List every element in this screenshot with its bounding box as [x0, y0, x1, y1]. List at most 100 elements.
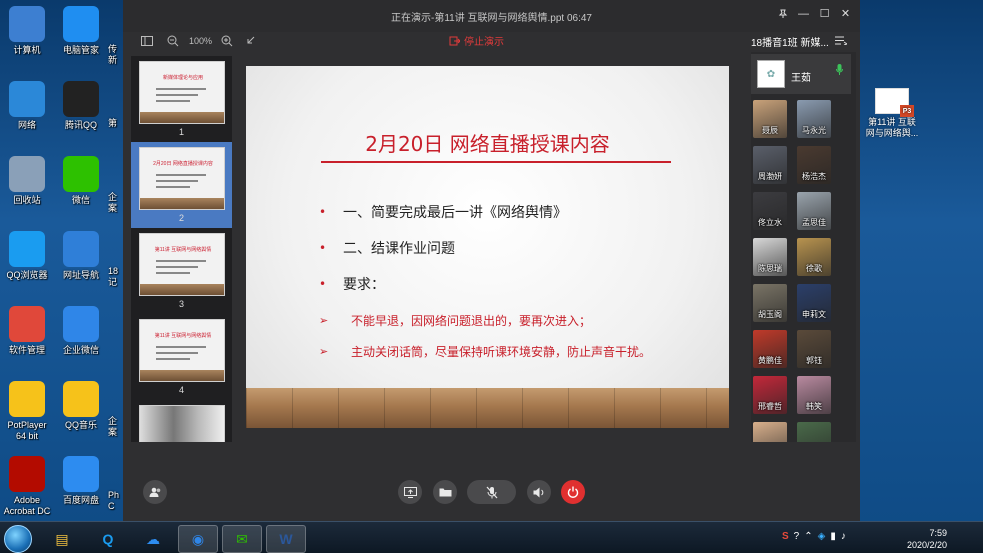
slide-thumbnail[interactable]: 2月20日 网络直播授课内容 2 — [131, 142, 232, 228]
member-tile[interactable]: 杨浩杰 — [797, 146, 831, 184]
baidu-netdisk-task-icon[interactable]: ☁ — [133, 525, 173, 553]
member-tile[interactable]: 邢睿哲 — [753, 376, 787, 414]
acrobat-icon — [9, 456, 45, 492]
member-tile[interactable] — [753, 422, 787, 442]
thumbnail-toggle-icon[interactable] — [141, 33, 153, 49]
potplayer-icon — [9, 381, 45, 417]
zoom-in-icon[interactable] — [221, 33, 233, 49]
thumbnail-title: 第11讲 互联网与网络舆情 — [154, 247, 212, 253]
thumbnail-text-line — [156, 94, 198, 96]
security-shield-icon[interactable]: ◈ — [818, 531, 826, 542]
close-button[interactable]: ✕ — [837, 5, 854, 22]
desktop-shortcut[interactable]: 软件管理 — [0, 306, 55, 356]
stop-presenting-button[interactable]: 停止演示 — [449, 33, 504, 48]
thumbnail-text-line — [156, 272, 190, 274]
member-tile[interactable] — [797, 422, 831, 442]
minimize-button[interactable]: — — [795, 5, 812, 22]
window-titlebar: 正在演示-第11讲 互联网与网络舆情.ppt 06:47 — ☐ ✕ — [123, 0, 860, 32]
desktop-shortcut[interactable]: 计算机 — [0, 6, 55, 56]
member-name: 陈思瑞 — [758, 264, 782, 273]
file-explorer-icon[interactable]: ▤ — [42, 525, 82, 553]
desktop-shortcut-label: 企业微信 — [62, 345, 99, 355]
leave-meeting-button[interactable] — [561, 480, 585, 504]
maximize-button[interactable]: ☐ — [816, 5, 833, 22]
member-tile[interactable]: 胡玉阁 — [753, 284, 787, 322]
taskbar: ▤ Q ☁ ◉ ✉ W S ? ⌃ ◈ ▮ ♪ 7:59 2020/2/20 — [0, 521, 983, 553]
member-tile[interactable]: 聂辰 — [753, 100, 787, 138]
member-tile[interactable]: 郭钰 — [797, 330, 831, 368]
ppt-file-label: 第11讲 互联 网与网络舆... — [865, 117, 919, 138]
desktop-shortcut[interactable]: 电脑管家 — [53, 6, 109, 56]
tencent-meeting-task-icon[interactable]: ◉ — [178, 525, 218, 553]
member-name: 马永光 — [802, 126, 826, 135]
wechat-task-icon[interactable]: ✉ — [222, 525, 262, 553]
share-screen-button[interactable] — [398, 480, 422, 504]
volume-icon[interactable]: ♪ — [841, 531, 846, 542]
desktop-shortcut[interactable]: Adobe Acrobat DC — [0, 456, 55, 517]
member-tile[interactable]: 陈思瑞 — [753, 238, 787, 276]
speaker-icon — [533, 487, 544, 497]
slide-thumbnail[interactable]: 新媒体理论与应用 1 — [131, 56, 232, 142]
sogou-input-icon[interactable]: S — [782, 531, 789, 542]
system-clock[interactable]: 7:59 2020/2/20 — [907, 527, 947, 551]
microphone-toggle-button[interactable] — [467, 480, 516, 504]
slide-title-underline — [321, 161, 671, 163]
network-globe-icon — [9, 81, 45, 117]
desktop-shortcut[interactable]: 百度网盘 — [53, 456, 109, 506]
desktop-shortcut[interactable]: 腾讯QQ — [53, 81, 109, 131]
desktop-ppt-file[interactable]: P3 第11讲 互联 网与网络舆... — [864, 88, 920, 139]
slide-thumbnail[interactable]: 第11讲 互联网与网络舆情 3 — [131, 228, 232, 314]
host-card[interactable]: ✿ 王茹 — [751, 54, 851, 94]
desktop-shortcut[interactable]: 企业微信 — [53, 306, 109, 356]
member-tile[interactable]: 申莉文 — [797, 284, 831, 322]
desktop-shortcut[interactable]: QQ音乐 — [53, 381, 109, 431]
thumbnail-number: 2 — [178, 213, 184, 223]
member-tile[interactable]: 佟立水 — [753, 192, 787, 230]
thumbnail-number: 3 — [178, 299, 184, 309]
desktop-shortcut[interactable]: 微信 — [53, 156, 109, 206]
desktop-shortcut[interactable]: PotPlayer 64 bit — [0, 381, 55, 442]
desktop-shortcut[interactable]: 回收站 — [0, 156, 55, 206]
member-name: 聂辰 — [762, 126, 778, 135]
start-button[interactable] — [4, 525, 32, 553]
desktop-shortcut[interactable]: 网络 — [0, 81, 55, 131]
desktop-shortcut-label: 计算机 — [13, 45, 41, 55]
ie-browser-icon — [63, 231, 99, 267]
list-menu-icon[interactable] — [834, 36, 848, 48]
speaker-button[interactable] — [527, 480, 551, 504]
qq-browser-task-icon[interactable]: Q — [88, 525, 128, 553]
exit-fullscreen-icon[interactable] — [245, 33, 255, 49]
software-manager-icon — [9, 306, 45, 342]
member-name: 郭钰 — [806, 356, 822, 365]
class-header: 18播音1班 新媒... — [751, 34, 856, 49]
pin-icon[interactable] — [774, 5, 791, 22]
help-icon[interactable]: ? — [794, 531, 800, 542]
thumbnail-title: 新媒体理论与应用 — [162, 75, 203, 81]
slide-thumbnail[interactable]: 第11讲 互联网与网络舆情 4 — [131, 314, 232, 400]
word-task-icon[interactable]: W — [266, 525, 306, 553]
member-list-button[interactable] — [143, 480, 167, 504]
desktop-shortcut[interactable]: QQ浏览器 — [0, 231, 55, 281]
member-name: 佟立水 — [758, 218, 782, 227]
network-signal-icon[interactable]: ▮ — [830, 531, 836, 542]
desktop-shortcut-label: QQ浏览器 — [6, 270, 48, 280]
thumbnail-text-line — [156, 186, 190, 188]
thumbnail-text-line — [156, 266, 198, 268]
member-tile[interactable]: 马永光 — [797, 100, 831, 138]
file-button[interactable] — [433, 480, 457, 504]
sub-bullet-text: 不能早退，因网络问题退出的，要再次进入； — [351, 314, 592, 328]
desktop-shortcut[interactable]: 网址导航 — [53, 231, 109, 281]
member-tile[interactable]: 徐歌 — [797, 238, 831, 276]
tray-expand-icon[interactable]: ⌃ — [804, 531, 812, 542]
qq-browser-icon — [9, 231, 45, 267]
member-tile[interactable]: 韩笑 — [797, 376, 831, 414]
zoom-out-icon[interactable] — [167, 33, 179, 49]
member-tile[interactable]: 黄鹏佳 — [753, 330, 787, 368]
slide-thumbnail[interactable] — [131, 400, 232, 442]
folder-icon — [439, 488, 451, 497]
presentation-window: 正在演示-第11讲 互联网与网络舆情.ppt 06:47 — ☐ ✕ 100% … — [123, 0, 860, 521]
member-tile[interactable]: 孟思佳 — [797, 192, 831, 230]
thumbnail-text-line — [156, 352, 198, 354]
member-tile[interactable]: 周渤妍 — [753, 146, 787, 184]
window-title: 正在演示-第11讲 互联网与网络舆情.ppt 06:47 — [391, 12, 592, 24]
